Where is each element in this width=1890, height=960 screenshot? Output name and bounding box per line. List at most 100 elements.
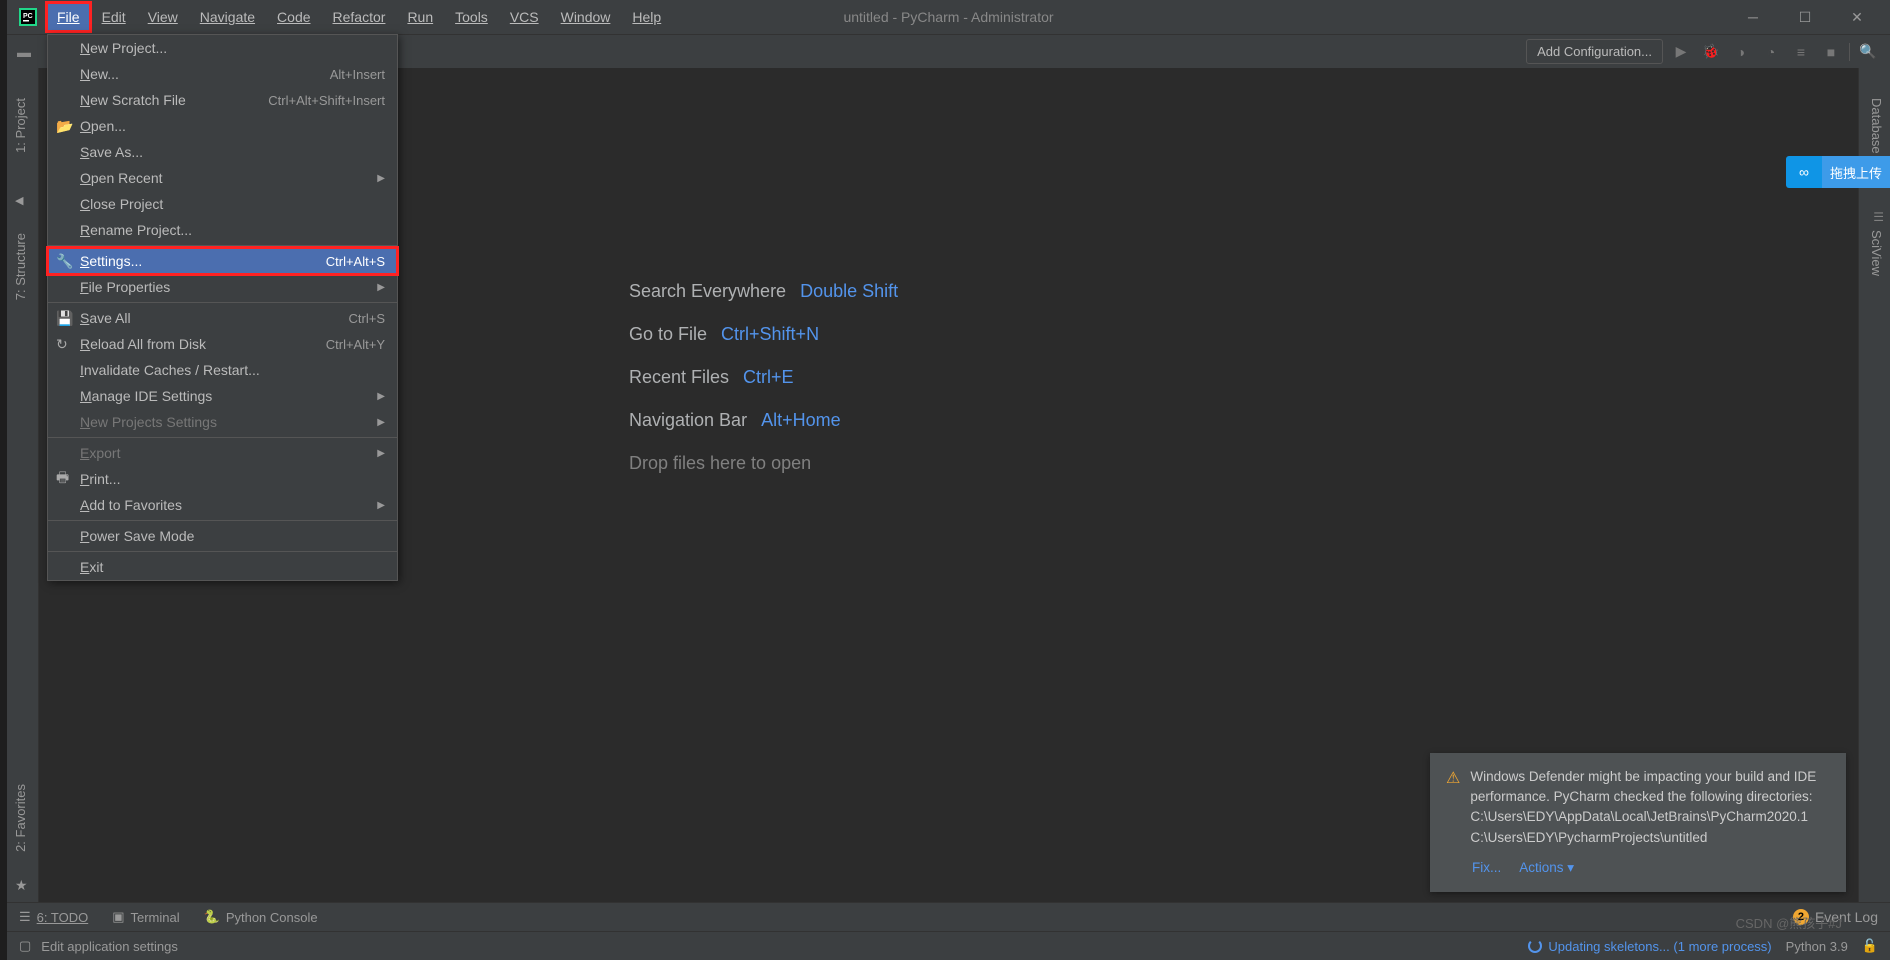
welcome-hints: Search EverywhereDouble Shift Go to File… — [629, 281, 898, 474]
hint-label: Search Everywhere — [629, 281, 786, 302]
menuitem-label: Invalidate Caches / Restart... — [80, 362, 385, 378]
upload-floating-badge[interactable]: ∞ 拖拽上传 — [1786, 156, 1890, 188]
submenu-arrow-icon: ▶ — [377, 282, 385, 293]
open-icon: 📂 — [56, 118, 76, 135]
hint-shortcut: Ctrl+E — [743, 367, 794, 388]
menuitem-new-scratch-file[interactable]: New Scratch FileCtrl+Alt+Shift+Insert — [48, 87, 397, 113]
tab-sciview[interactable]: SciView — [1863, 220, 1890, 286]
tab-structure[interactable]: 7: Structure — [7, 223, 34, 310]
tab-favorites[interactable]: 2: Favorites — [7, 774, 34, 862]
menu-window[interactable]: Window — [551, 3, 621, 31]
menuitem-new-projects-settings[interactable]: New Projects Settings▶ — [48, 409, 397, 435]
file-menu-dropdown: New Project...New...Alt+InsertNew Scratc… — [47, 34, 398, 581]
menuitem-label: Save As... — [80, 144, 385, 160]
close-button[interactable]: ✕ — [1834, 0, 1880, 34]
statusbar-lock-icon[interactable]: 🔓 — [1862, 938, 1878, 954]
notification-fix-link[interactable]: Fix... — [1472, 858, 1501, 878]
profile-icon[interactable]: ◔ — [1759, 40, 1783, 64]
warning-icon: ⚠ — [1446, 767, 1460, 848]
menuitem-shortcut: Ctrl+Alt+S — [326, 254, 385, 269]
menuitem-new-project[interactable]: New Project... — [48, 35, 397, 61]
menuitem-print[interactable]: 🖶Print... — [48, 466, 397, 492]
coverage-icon[interactable]: ◑ — [1729, 40, 1753, 64]
add-configuration-button[interactable]: Add Configuration... — [1526, 39, 1663, 64]
menuitem-close-project[interactable]: Close Project — [48, 191, 397, 217]
statusbar-progress[interactable]: Updating skeletons... (1 more process) — [1528, 939, 1771, 954]
menuitem-label: Print... — [80, 471, 385, 487]
notification-text: Windows Defender might be impacting your… — [1470, 767, 1830, 848]
tab-database[interactable]: Database — [1863, 88, 1890, 164]
menuitem-label: Save All — [80, 310, 349, 326]
statusbar-tool-icon[interactable]: ▢ — [19, 938, 31, 954]
menuitem-file-properties[interactable]: File Properties▶ — [48, 274, 397, 300]
menu-edit[interactable]: Edit — [92, 3, 136, 31]
titlebar: PC File Edit View Navigate Code Refactor… — [7, 0, 1890, 34]
menuitem-invalidate-caches-restart[interactable]: Invalidate Caches / Restart... — [48, 357, 397, 383]
tab-python-console[interactable]: 🐍Python Console — [204, 909, 318, 925]
menuitem-label: Rename Project... — [80, 222, 385, 238]
menuitem-settings[interactable]: 🔧Settings...Ctrl+Alt+S — [48, 248, 397, 274]
watermark-text: CSDN @熊孩子#J — [1736, 913, 1842, 932]
statusbar-interpreter[interactable]: Python 3.9 — [1786, 939, 1848, 954]
menu-navigate[interactable]: Navigate — [190, 3, 265, 31]
menuitem-power-save-mode[interactable]: Power Save Mode — [48, 523, 397, 549]
submenu-arrow-icon: ▶ — [377, 417, 385, 428]
stop-icon[interactable]: ■ — [1819, 40, 1843, 64]
menuitem-open-recent[interactable]: Open Recent▶ — [48, 165, 397, 191]
hint-label: Recent Files — [629, 367, 729, 388]
menuitem-label: Close Project — [80, 196, 385, 212]
menuitem-manage-ide-settings[interactable]: Manage IDE Settings▶ — [48, 383, 397, 409]
upload-badge-text: 拖拽上传 — [1822, 156, 1890, 188]
menuitem-shortcut: Alt+Insert — [330, 67, 385, 82]
menu-refactor[interactable]: Refactor — [323, 3, 396, 31]
menuitem-export[interactable]: Export▶ — [48, 440, 397, 466]
menuitem-label: New Scratch File — [80, 92, 268, 108]
wrench-icon: 🔧 — [56, 253, 76, 270]
minimize-button[interactable]: ─ — [1730, 0, 1776, 34]
menu-help[interactable]: Help — [622, 3, 671, 31]
submenu-arrow-icon: ▶ — [377, 500, 385, 511]
notification-popup: ⚠ Windows Defender might be impacting yo… — [1430, 753, 1846, 892]
pycharm-icon: PC — [11, 0, 45, 34]
menuitem-open[interactable]: 📂Open... — [48, 113, 397, 139]
menuitem-save-as[interactable]: Save As... — [48, 139, 397, 165]
run-icon[interactable]: ▶ — [1669, 40, 1693, 64]
menu-file[interactable]: File — [47, 3, 90, 31]
menuitem-label: Export — [80, 445, 377, 461]
menu-code[interactable]: Code — [267, 3, 320, 31]
menuitem-label: Open... — [80, 118, 385, 134]
menu-view[interactable]: View — [138, 3, 188, 31]
tab-project[interactable]: 1: Project — [7, 88, 34, 163]
menuitem-label: Add to Favorites — [80, 497, 377, 513]
project-folder-icon: ▬ — [17, 44, 31, 60]
debug-icon[interactable]: 🐞 — [1699, 40, 1723, 64]
menuitem-rename-project[interactable]: Rename Project... — [48, 217, 397, 243]
menuitem-new[interactable]: New...Alt+Insert — [48, 61, 397, 87]
maximize-button[interactable]: ☐ — [1782, 0, 1828, 34]
tab-todo[interactable]: ☰6: TODO — [19, 909, 88, 925]
menuitem-label: New Projects Settings — [80, 414, 377, 430]
tab-terminal[interactable]: ▣Terminal — [112, 909, 179, 925]
left-tool-tabs: 1: Project ◀ 7: Structure 2: Favorites ★ — [7, 68, 39, 902]
menu-run[interactable]: Run — [397, 3, 443, 31]
menu-vcs[interactable]: VCS — [500, 3, 549, 31]
menuitem-add-to-favorites[interactable]: Add to Favorites▶ — [48, 492, 397, 518]
menuitem-label: Power Save Mode — [80, 528, 385, 544]
hint-drop: Drop files here to open — [629, 453, 898, 474]
notification-actions-link[interactable]: Actions ▾ — [1519, 858, 1574, 878]
submenu-arrow-icon: ▶ — [377, 448, 385, 459]
menuitem-label: Exit — [80, 559, 385, 575]
menuitem-shortcut: Ctrl+Alt+Shift+Insert — [268, 93, 385, 108]
bottom-tool-tabs: ☰6: TODO ▣Terminal 🐍Python Console 2 Eve… — [7, 902, 1890, 931]
submenu-arrow-icon: ▶ — [377, 173, 385, 184]
menuitem-reload-all-from-disk[interactable]: ↻Reload All from DiskCtrl+Alt+Y — [48, 331, 397, 357]
search-icon[interactable]: 🔍 — [1856, 40, 1880, 64]
menu-tools[interactable]: Tools — [445, 3, 498, 31]
menuitem-save-all[interactable]: 💾Save AllCtrl+S — [48, 305, 397, 331]
concurrency-icon[interactable]: ≡ — [1789, 40, 1813, 64]
menuitem-label: File Properties — [80, 279, 377, 295]
menuitem-exit[interactable]: Exit — [48, 554, 397, 580]
collapse-arrow-icon[interactable]: ◀ — [15, 194, 23, 207]
star-icon[interactable]: ★ — [15, 877, 28, 894]
right-tool-tabs: Database ☰ SciView — [1858, 68, 1890, 902]
